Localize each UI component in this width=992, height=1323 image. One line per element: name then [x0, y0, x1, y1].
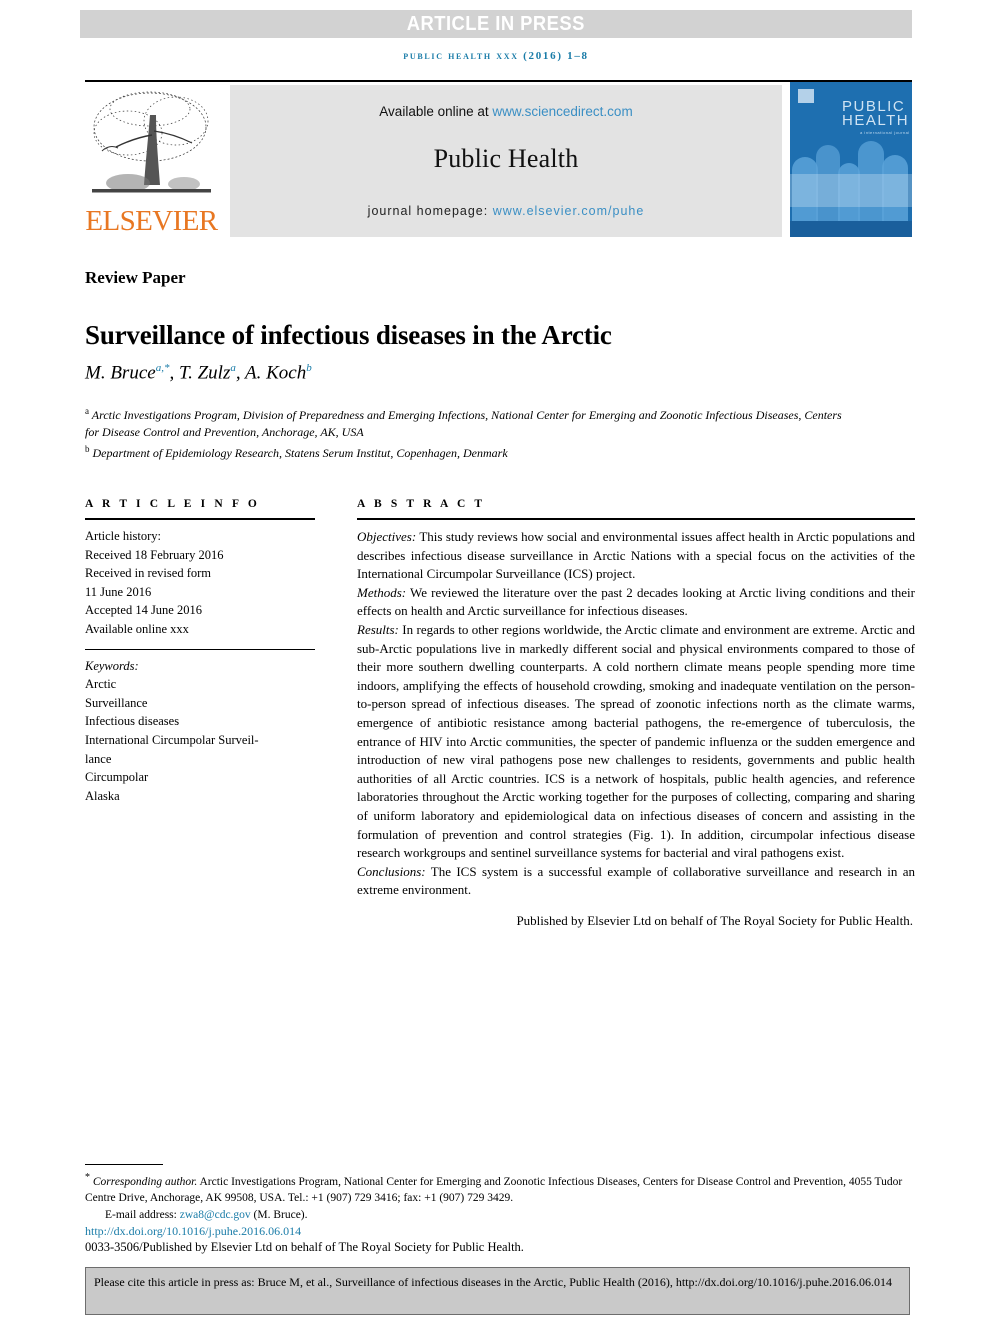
article-history-label: Article history: [85, 529, 162, 543]
keyword-item: Infectious diseases [85, 714, 180, 729]
author-sup-2: b [306, 362, 312, 374]
keywords-block: Keywords: Arctic Surveillance Infectious… [85, 657, 315, 806]
author-sup-0: a,* [155, 362, 170, 374]
article-history-block: Article history: Received 18 February 20… [85, 527, 315, 639]
affiliation-text-b: Department of Epidemiology Research, Sta… [92, 446, 508, 460]
article-history-item: 11 June 2016 [85, 584, 152, 599]
abstract-body: Objectives: This study reviews how socia… [357, 528, 915, 900]
email-link[interactable]: zwa8@cdc.gov [180, 1209, 251, 1221]
corresponding-author-footnote: * Corresponding author. Arctic Investiga… [85, 1170, 915, 1223]
masthead-top-rule [85, 80, 912, 82]
sciencedirect-panel: Available online at www.sciencedirect.co… [230, 85, 782, 237]
abstract-section: Objectives: This study reviews how socia… [357, 528, 915, 584]
article-in-press-banner: ARTICLE IN PRESS [80, 10, 912, 38]
abstract-rule [357, 518, 915, 520]
abstract-section-text: The ICS system is a successful example o… [357, 863, 915, 898]
journal-homepage-prefix: journal homepage: [367, 204, 493, 218]
citation-request-text: Please cite this article in press as: Br… [94, 1275, 892, 1289]
abstract-section-label: Methods: [357, 584, 407, 600]
elsevier-tree-icon [88, 85, 215, 205]
author-sup-1: a [230, 362, 236, 374]
abstract-column: A B S T R A C T Objectives: This study r… [357, 498, 915, 929]
footnote-marker: * [85, 1172, 90, 1183]
journal-homepage-link[interactable]: www.elsevier.com/puhe [493, 204, 645, 218]
abstract-section: Results: In regards to other regions wor… [357, 621, 915, 863]
article-in-press-label: ARTICLE IN PRESS [406, 12, 586, 35]
abstract-heading: A B S T R A C T [357, 498, 486, 510]
keyword-item: Circumpolar [85, 770, 149, 785]
article-info-rule [85, 518, 315, 520]
abstract-section: Methods: We reviewed the literature over… [357, 584, 915, 621]
abstract-section-text: We reviewed the literature over the past… [357, 584, 915, 619]
cover-title: PUBLIC HEALTH [842, 99, 910, 129]
email-label: E-mail address: [105, 1208, 180, 1221]
abstract-section: Conclusions: The ICS system is a success… [357, 863, 915, 900]
article-history-item: Received 18 February 2016 [85, 547, 224, 562]
email-line: E-mail address: zwa8@cdc.gov (M. Bruce). [85, 1207, 915, 1223]
abstract-section-label: Results: [357, 621, 399, 637]
available-online-prefix: Available online at [379, 104, 493, 119]
abstract-section-label: Conclusions: [357, 863, 426, 879]
cover-bottom-band [790, 221, 912, 237]
elsevier-wordmark: ELSEVIER [85, 205, 218, 237]
available-online-line: Available online at www.sciencedirect.co… [230, 104, 782, 119]
keywords-divider [85, 648, 315, 650]
email-suffix: (M. Bruce). [250, 1208, 308, 1221]
author-name-2: A. Koch [245, 362, 307, 384]
keyword-item: Surveillance [85, 695, 148, 710]
journal-running-head: public health xxx (2016) 1–8 [403, 50, 589, 62]
corresponding-author-address: Arctic Investigations Program, National … [85, 1175, 903, 1205]
abstract-section-label: Objectives: [357, 529, 417, 544]
keyword-item: Arctic [85, 677, 117, 692]
affiliation-marker-b: b [85, 444, 90, 454]
footnote-divider [85, 1164, 163, 1165]
cover-title-line2: HEALTH [842, 112, 910, 129]
author-name-0: M. Bruce [85, 362, 156, 384]
citation-request-box: Please cite this article in press as: Br… [85, 1267, 910, 1315]
affiliation-text-a: Arctic Investigations Program, Division … [85, 408, 842, 439]
keywords-label: Keywords: [85, 658, 139, 673]
journal-title: Public Health [433, 144, 579, 173]
author-list: M. Brucea,*, T. Zulza, A. Kochb [85, 362, 312, 384]
abstract-section-text: In regards to other regions worldwide, t… [357, 621, 915, 861]
abstract-copyright-line: Published by Elsevier Ltd on behalf of T… [516, 912, 913, 928]
affiliation-b: b Department of Epidemiology Research, S… [85, 441, 845, 462]
elsevier-logo: ELSEVIER [85, 85, 218, 240]
article-type-label: Review Paper [85, 268, 186, 287]
author-name-1: T. Zulz [178, 362, 231, 384]
abstract-section-text: This study reviews how social and enviro… [357, 529, 915, 582]
corresponding-author-label: Corresponding author. [92, 1175, 198, 1188]
cover-light-band [790, 174, 912, 207]
cover-publisher-mark-icon [798, 89, 814, 103]
article-history-item: Accepted 14 June 2016 [85, 603, 202, 618]
affiliation-marker-a: a [85, 406, 89, 416]
sciencedirect-link[interactable]: www.sciencedirect.com [492, 104, 632, 119]
issn-publisher-line: 0033-3506/Published by Elsevier Ltd on b… [85, 1240, 524, 1254]
journal-masthead: ELSEVIER Available online at www.science… [85, 80, 912, 240]
keyword-item: Alaska [85, 788, 120, 803]
journal-homepage-line: journal homepage: www.elsevier.com/puhe [230, 204, 782, 218]
keyword-item: lance [85, 751, 112, 766]
article-info-column: A R T I C L E I N F O Article history: R… [85, 498, 315, 805]
article-history-item: Available online xxx [85, 621, 189, 636]
affiliations: a Arctic Investigations Program, Divisio… [85, 403, 845, 462]
journal-cover-thumbnail: PUBLIC HEALTH a international journal [790, 82, 912, 237]
doi-link[interactable]: http://dx.doi.org/10.1016/j.puhe.2016.06… [85, 1224, 301, 1239]
keyword-item: International Circumpolar Surveil- [85, 732, 259, 747]
page-title: Surveillance of infectious diseases in t… [85, 320, 612, 351]
affiliation-a: a Arctic Investigations Program, Divisio… [85, 403, 845, 441]
article-info-heading: A R T I C L E I N F O [85, 498, 260, 510]
article-history-item: Received in revised form [85, 566, 211, 581]
